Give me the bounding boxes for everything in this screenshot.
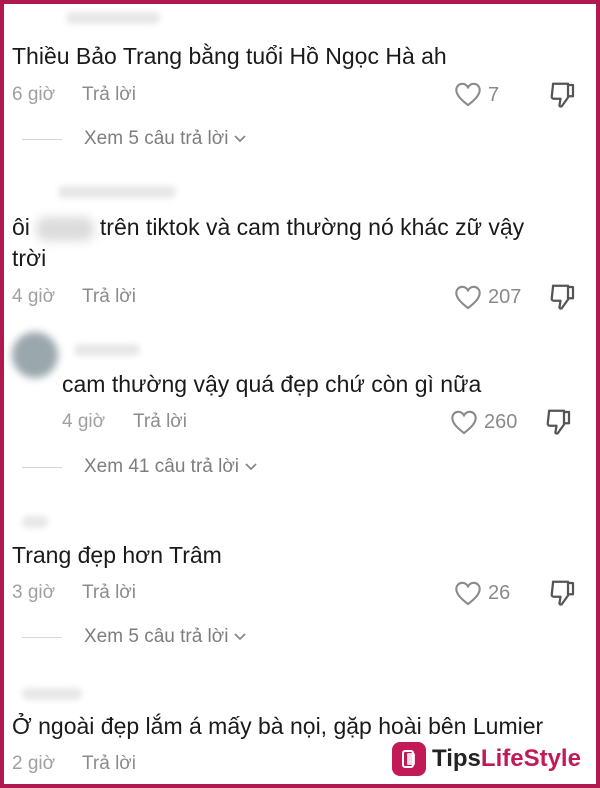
chevron-down-icon [234,633,247,641]
comment-text-line: ôi trên tiktok và cam thường nó khác zữ v… [12,209,524,245]
blurred-username [22,688,82,700]
brand-name-tips: Tips [432,745,481,772]
reply-button[interactable]: Trả lời [82,84,136,106]
dislike-icon[interactable] [548,282,578,312]
comment-time: 6 giờ [12,84,56,105]
reply-button[interactable]: Trả lời [82,753,136,775]
dislike-icon[interactable] [548,80,578,110]
thread-divider [22,636,62,638]
comment-text: cam thường vậy quá đẹp chứ còn gì nữa [62,371,482,397]
reply-button[interactable]: Trả lời [82,286,136,308]
view-replies-label: Xem 5 câu trả lời [84,128,229,149]
heart-icon[interactable] [454,81,482,107]
like-count: 260 [484,411,518,433]
brand-name-lifestyle: LifeStyle [480,745,581,772]
comment-time: 2 giờ [12,753,56,774]
dislike-icon[interactable] [544,407,574,437]
avatar[interactable] [12,332,58,378]
comment-text-start: ôi [12,214,30,240]
comment-text: Trang đẹp hơn Trâm [12,542,222,568]
blurred-username [22,516,48,528]
like-count: 207 [488,286,522,308]
heart-icon[interactable] [454,284,482,310]
chevron-down-icon [245,463,257,471]
heart-icon[interactable] [450,409,478,435]
reply-button[interactable]: Trả lời [82,582,136,604]
view-replies-thread[interactable]: Xem 5 câu trả lời [22,626,248,648]
blurred-mention [35,216,94,241]
thread-divider [22,138,62,140]
like-count: 7 [488,84,500,106]
comment-time: 4 giờ [62,411,106,432]
comment-text-continued: trời [12,245,47,271]
comment-time: 4 giờ [12,286,56,307]
brand-name: TipsLifeStyle [432,745,581,773]
view-replies-label: Xem 5 câu trả lời [84,626,229,647]
comment-time: 3 giờ [12,582,56,603]
blurred-username [74,344,140,356]
comment-text-end: trên tiktok và cam thường nó khác zữ vậy [99,214,525,240]
like-count: 26 [488,582,511,604]
comment-text: Thiều Bảo Trang bằng tuổi Hồ Ngọc Hà ah [12,43,447,69]
blurred-username [58,186,176,198]
view-replies-thread[interactable]: Xem 41 câu trả lời [22,456,259,478]
blurred-username [66,12,160,24]
brand-watermark: TipsLifeStyle [392,742,581,776]
thread-divider [22,466,62,468]
heart-icon[interactable] [454,580,482,606]
view-replies-thread[interactable]: Xem 5 câu trả lời [22,128,248,150]
reply-button[interactable]: Trả lời [133,411,187,433]
view-replies-label: Xem 41 câu trả lời [84,456,240,477]
chevron-down-icon [234,135,247,143]
comment-text: Ở ngoài đẹp lắm á mấy bà nọi, gặp hoài b… [12,713,544,739]
dislike-icon[interactable] [548,578,578,608]
brand-logo-icon [392,742,426,776]
